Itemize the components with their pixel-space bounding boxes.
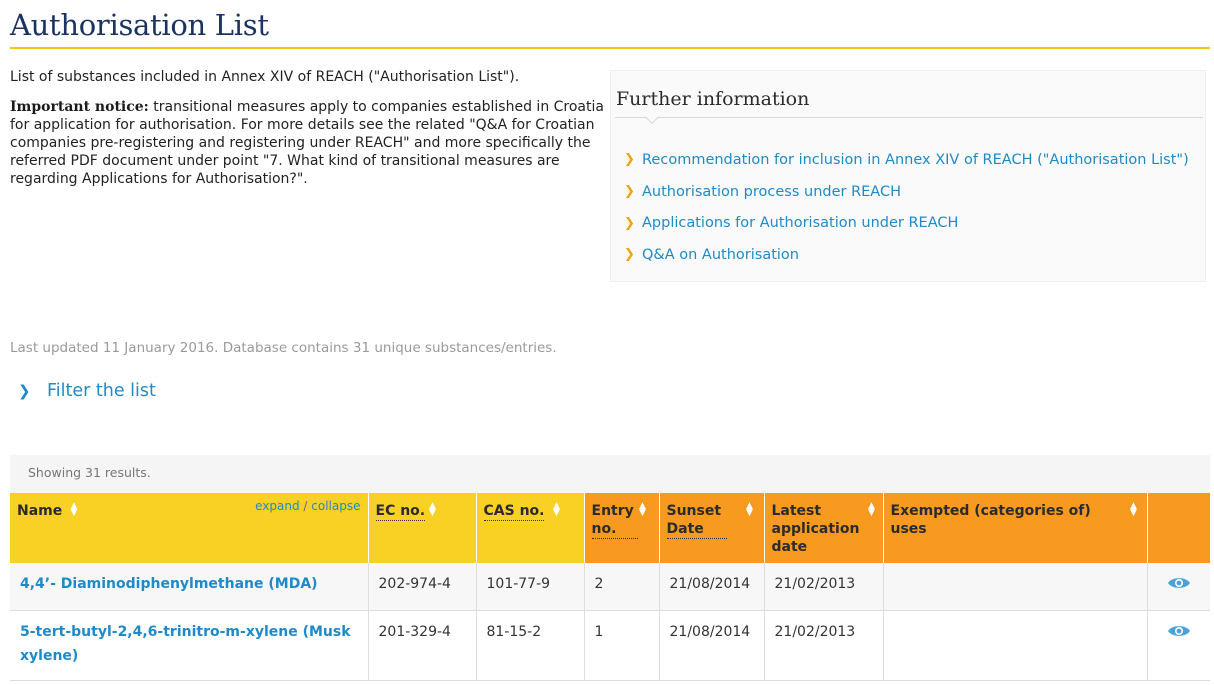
notice-label: Important notice: (10, 99, 149, 115)
table-header-row: Name ▲ ▼ expand / collapse EC no. ▲ ▼ CAS … (10, 493, 1211, 563)
cell-ec: 201-329-4 (368, 610, 477, 681)
substance-link[interactable]: 4,4’- Diaminodiphenylmethane (MDA) (20, 572, 358, 596)
column-label-cas: CAS no. (483, 503, 545, 521)
chevron-right-icon: ❯ (18, 382, 31, 400)
further-link-item: ❯ Applications for Authorisation under RE… (624, 207, 1189, 239)
eye-icon[interactable] (1167, 624, 1191, 638)
link-recommendation-annex-xiv[interactable]: Recommendation for inclusion in Annex XI… (642, 152, 1189, 168)
expand-collapse-control: expand / collapse (255, 497, 360, 515)
cell-latest: 21/02/2013 (764, 563, 884, 611)
filter-label[interactable]: Filter the list (47, 381, 156, 401)
column-header-cas[interactable]: CAS no. ▲ ▼ (476, 493, 585, 563)
sort-up-down-icon[interactable]: ▲ ▼ (866, 502, 878, 519)
cell-latest: 21/02/2013 (764, 610, 884, 681)
collapse-link[interactable]: collapse (311, 499, 360, 513)
sort-up-down-icon[interactable]: ▲ ▼ (1128, 502, 1140, 519)
cell-cas: 81-15-2 (476, 610, 585, 681)
sort-up-down-icon[interactable]: ▲ ▼ (744, 502, 756, 519)
cell-exempted (883, 610, 1148, 681)
link-qa-authorisation[interactable]: Q&A on Authorisation (642, 247, 799, 263)
column-label-sunset: Sunset Date (666, 502, 727, 539)
table-row: 4,4’- Diaminodiphenylmethane (MDA) 202-9… (10, 563, 1210, 611)
chevron-right-icon: ❯ (624, 184, 635, 200)
further-information-box: Further information ❯ Recommendation for … (610, 70, 1206, 282)
column-header-sunset[interactable]: Sunset Date ▲ ▼ (659, 493, 765, 563)
column-header-entry[interactable]: Entry no. ▲ ▼ (584, 493, 660, 563)
column-label-latest: Latest application date (771, 503, 860, 555)
eye-icon[interactable] (1167, 576, 1191, 590)
title-divider (10, 47, 1210, 49)
further-link-item: ❯ Q&A on Authorisation (624, 239, 1189, 271)
link-applications-for-authorisation[interactable]: Applications for Authorisation under REA… (642, 215, 958, 231)
chevron-right-icon: ❯ (624, 247, 635, 263)
cell-view (1147, 610, 1210, 681)
cell-entry: 1 (584, 610, 660, 681)
important-notice: Important notice: transitional measures … (10, 98, 605, 188)
column-header-latest[interactable]: Latest application date ▲ ▼ (764, 493, 884, 563)
cell-sunset: 21/08/2014 (659, 610, 765, 681)
cell-view (1147, 563, 1210, 611)
column-header-view (1147, 493, 1211, 563)
sort-up-down-icon[interactable]: ▲ ▼ (427, 502, 439, 519)
cell-ec: 202-974-4 (368, 563, 477, 611)
cell-exempted (883, 563, 1148, 611)
cell-name: 5-tert-butyl-2,4,6-trinitro-m-xylene (Mu… (10, 610, 369, 681)
results-table: Name ▲ ▼ expand / collapse EC no. ▲ ▼ CAS … (10, 493, 1211, 681)
further-link-item: ❯ Authorisation process under REACH (624, 176, 1189, 208)
intro-lead: List of substances included in Annex XIV… (10, 69, 520, 85)
intro-section: List of substances included in Annex XIV… (10, 68, 605, 188)
sort-up-down-icon[interactable]: ▲ ▼ (551, 502, 563, 519)
last-updated-text: Last updated 11 January 2016. Database c… (10, 340, 557, 356)
chevron-right-icon: ❯ (624, 152, 635, 168)
column-header-name[interactable]: Name ▲ ▼ expand / collapse (10, 493, 369, 563)
column-label-ec: EC no. (375, 503, 426, 521)
results-count: Showing 31 results. (28, 465, 151, 480)
further-information-notch (644, 109, 660, 125)
further-information-divider (615, 117, 1203, 118)
filter-toggle[interactable]: ❯ Filter the list (18, 381, 156, 401)
table-row: 5-tert-butyl-2,4,6-trinitro-m-xylene (Mu… (10, 610, 1210, 681)
column-header-exempted[interactable]: Exempted (categories of) uses ▲ ▼ (883, 493, 1148, 563)
results-summary-bar: Showing 31 results. (10, 455, 1210, 493)
expand-link[interactable]: expand (255, 499, 299, 513)
sort-up-down-icon[interactable]: ▲ ▼ (637, 502, 649, 519)
further-information-heading: Further information (616, 88, 810, 110)
column-header-ec[interactable]: EC no. ▲ ▼ (368, 493, 477, 563)
cell-entry: 2 (584, 563, 660, 611)
substance-link[interactable]: 5-tert-butyl-2,4,6-trinitro-m-xylene (Mu… (20, 620, 358, 668)
column-label-name: Name (17, 503, 63, 519)
further-information-links: ❯ Recommendation for inclusion in Annex X… (624, 144, 1189, 271)
cell-cas: 101-77-9 (476, 563, 585, 611)
column-label-exempted: Exempted (categories of) uses (890, 503, 1091, 537)
cell-sunset: 21/08/2014 (659, 563, 765, 611)
expand-collapse-separator: / (299, 499, 312, 513)
chevron-right-icon: ❯ (624, 215, 635, 231)
column-label-entry: Entry no. (591, 502, 638, 539)
page-title: Authorisation List (10, 8, 269, 42)
sort-up-down-icon[interactable]: ▲ ▼ (68, 502, 80, 519)
further-link-item: ❯ Recommendation for inclusion in Annex X… (624, 144, 1189, 176)
cell-name: 4,4’- Diaminodiphenylmethane (MDA) (10, 563, 369, 611)
link-authorisation-process[interactable]: Authorisation process under REACH (642, 184, 901, 200)
